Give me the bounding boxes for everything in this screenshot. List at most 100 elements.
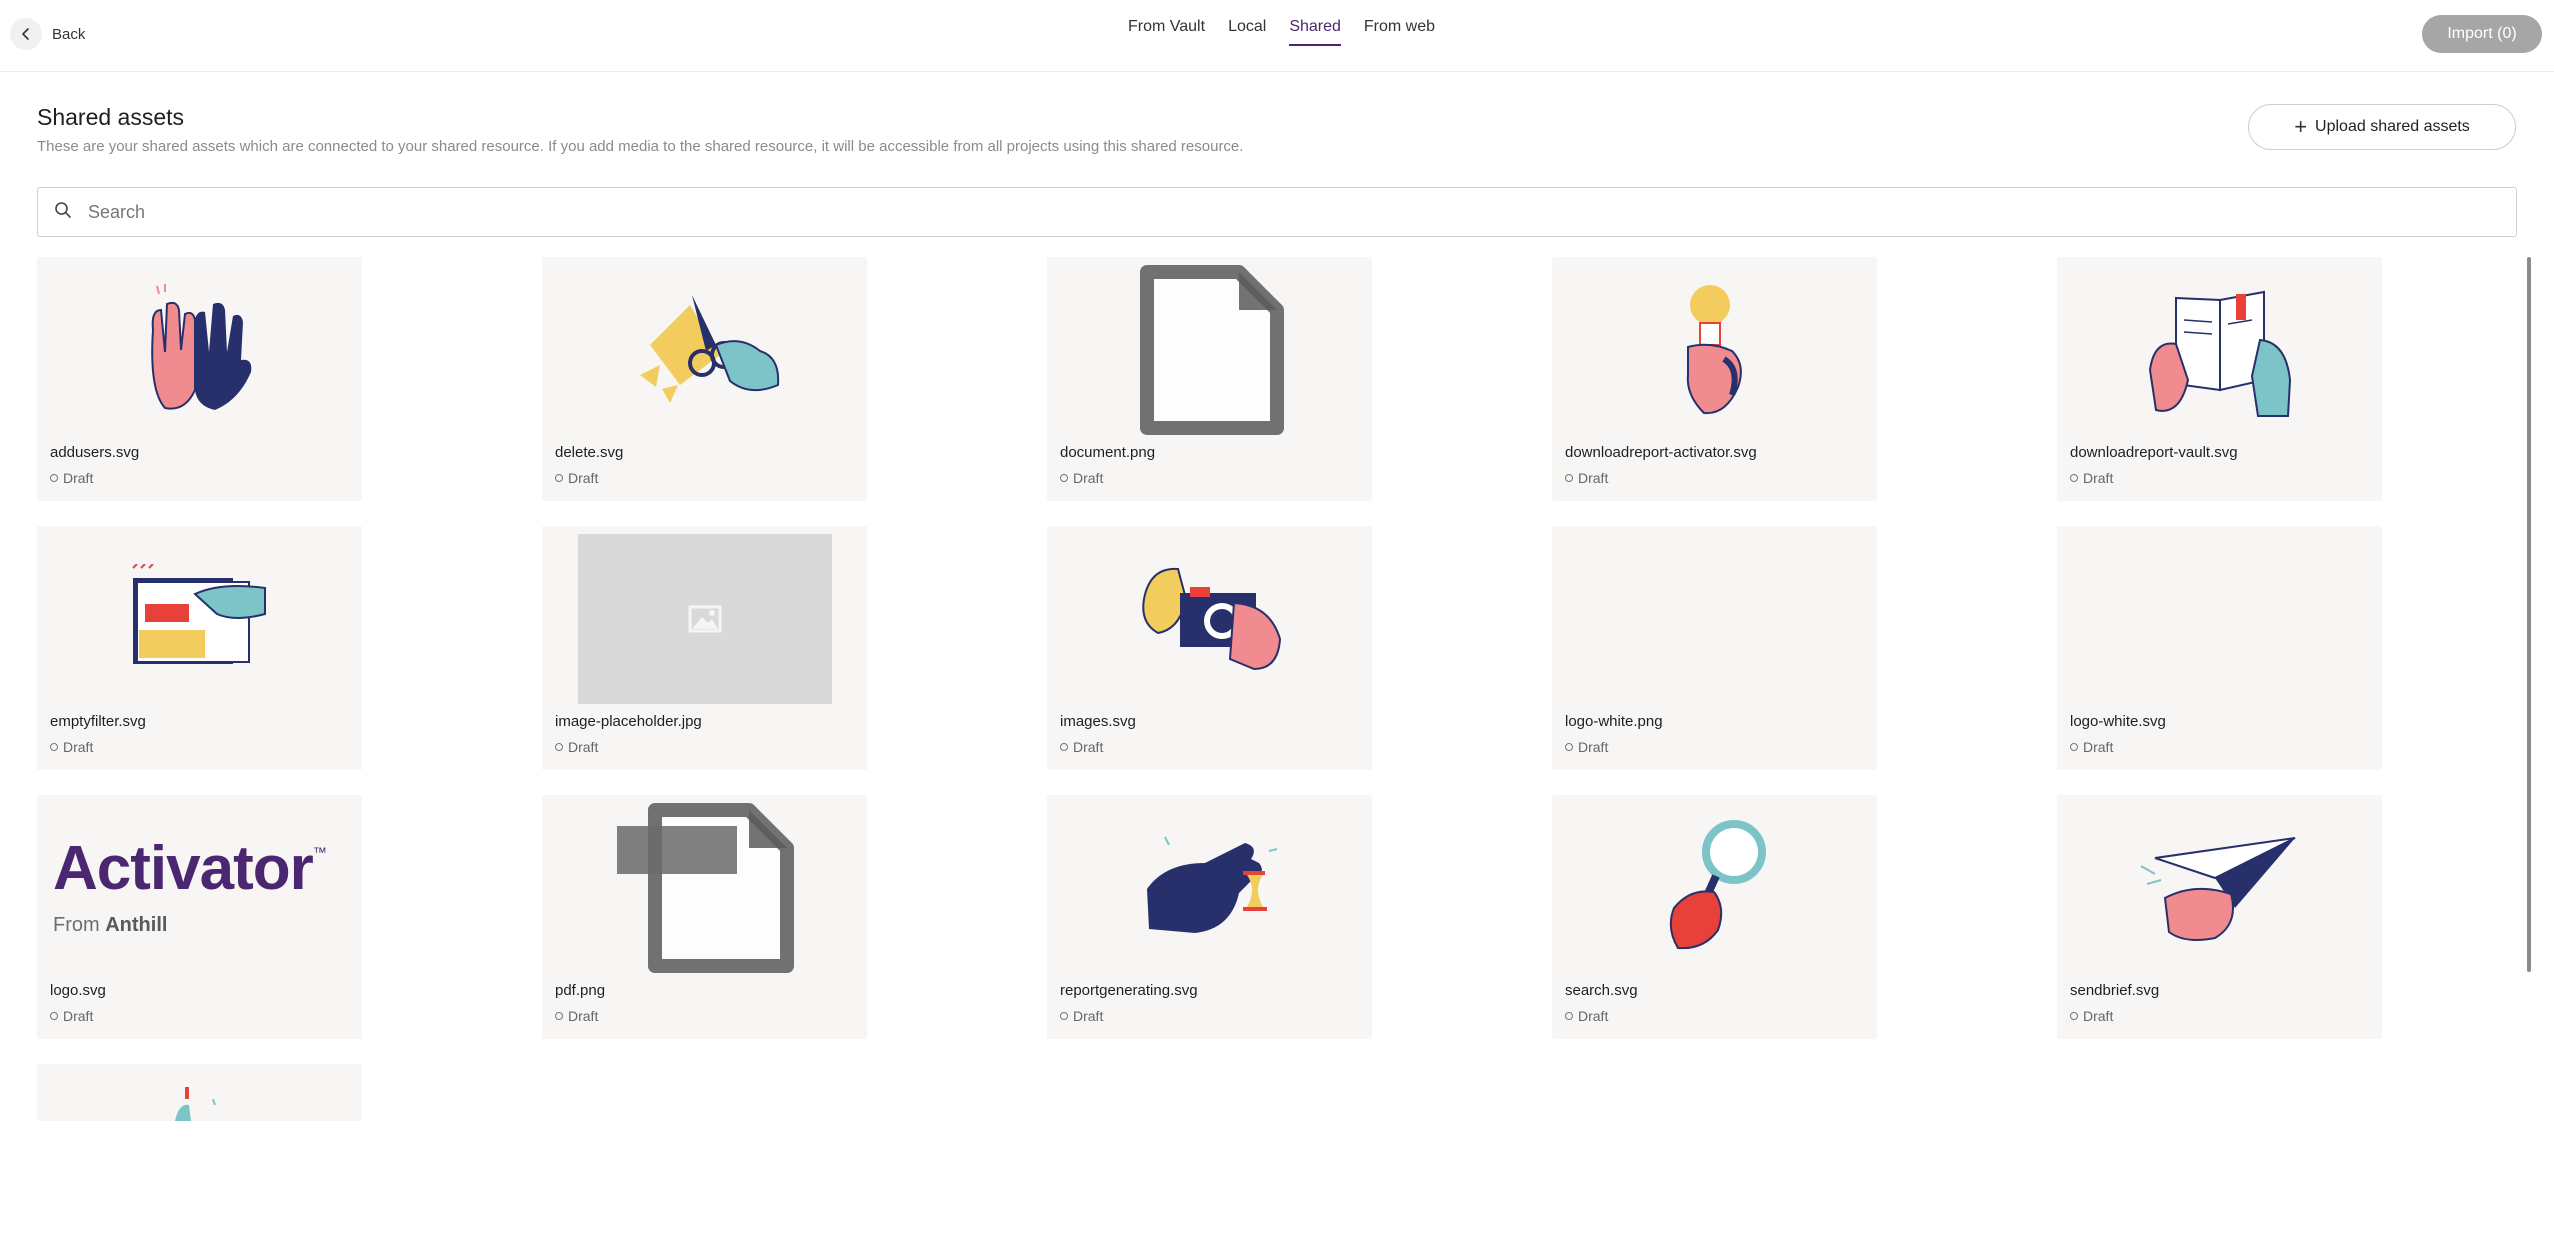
asset-grid: addusers.svg Draft delete.svg Draft docu… — [37, 257, 2517, 1121]
source-tabs: From Vault Local Shared From web — [1128, 18, 1435, 52]
status-dot-icon — [555, 743, 563, 751]
asset-card[interactable]: addusers.svg Draft — [37, 257, 362, 501]
status-dot-icon — [1565, 743, 1573, 751]
import-button[interactable]: Import (0) — [2422, 15, 2542, 53]
status-badge: Draft — [1060, 470, 1103, 486]
asset-card[interactable]: delete.svg Draft — [542, 257, 867, 501]
status-badge: Draft — [1565, 470, 1608, 486]
high-five-hands-icon — [37, 257, 362, 442]
tab-from-vault[interactable]: From Vault — [1128, 18, 1205, 44]
status-dot-icon — [2070, 474, 2078, 482]
status-badge: Draft — [1060, 1008, 1103, 1024]
logo-tm: ™ — [312, 844, 327, 860]
asset-card[interactable]: images.svg Draft — [1047, 526, 1372, 770]
page-title: Shared assets — [37, 104, 185, 130]
tab-local[interactable]: Local — [1228, 18, 1266, 44]
filter-form-icon — [37, 526, 362, 711]
status-badge: Draft — [2070, 470, 2113, 486]
status-dot-icon — [1565, 474, 1573, 482]
hourglass-hand-icon — [1047, 795, 1372, 980]
logo-company: Anthill — [105, 914, 168, 936]
status-badge: Draft — [50, 739, 93, 755]
asset-card[interactable]: logo-white.png Draft — [1552, 526, 1877, 770]
tab-shared[interactable]: Shared — [1289, 18, 1341, 46]
asset-card[interactable]: Activator ™ From Anthill logo.svg Draft — [37, 795, 362, 1039]
search-input[interactable] — [88, 201, 2468, 223]
asset-name: document.png — [1060, 444, 1156, 461]
status-badge: Draft — [555, 470, 598, 486]
status-dot-icon — [2070, 743, 2078, 751]
asset-card[interactable] — [37, 1064, 362, 1121]
asset-name: logo.svg — [50, 982, 106, 999]
back-button[interactable]: Back — [10, 18, 85, 50]
blank-icon — [1552, 526, 1877, 711]
status-dot-icon — [1565, 1012, 1573, 1020]
pdf-file-icon — [542, 795, 867, 980]
status-dot-icon — [555, 1012, 563, 1020]
logo-from: From — [53, 914, 100, 936]
lightbulb-hand-icon — [1552, 257, 1877, 442]
page-description: These are your shared assets which are c… — [37, 138, 1244, 155]
status-dot-icon — [1060, 743, 1068, 751]
asset-name: downloadreport-activator.svg — [1565, 444, 1757, 461]
scrollbar[interactable] — [2527, 257, 2531, 972]
asset-name: pdf.png — [555, 982, 606, 999]
asset-card[interactable]: document.png Draft — [1047, 257, 1372, 501]
asset-name: downloadreport-vault.svg — [2070, 444, 2238, 461]
blank-icon — [2057, 526, 2382, 711]
status-badge: Draft — [50, 1008, 93, 1024]
status-dot-icon — [2070, 1012, 2078, 1020]
asset-name: delete.svg — [555, 444, 624, 461]
back-label: Back — [52, 25, 86, 43]
image-placeholder-icon — [542, 526, 867, 711]
camera-hands-icon — [1047, 526, 1372, 711]
status-badge: Draft — [1060, 739, 1103, 755]
asset-card[interactable]: downloadreport-activator.svg Draft — [1552, 257, 1877, 501]
asset-card[interactable]: logo-white.svg Draft — [2057, 526, 2382, 770]
chevron-left-icon — [10, 18, 42, 50]
document-icon — [1047, 257, 1372, 442]
asset-card[interactable]: reportgenerating.svg Draft — [1047, 795, 1372, 1039]
upload-label: Upload shared assets — [2315, 118, 2470, 135]
search-icon — [54, 201, 72, 224]
asset-name: logo-white.svg — [2070, 713, 2166, 730]
asset-name: emptyfilter.svg — [50, 713, 146, 730]
book-hands-icon — [2057, 257, 2382, 442]
tab-from-web[interactable]: From web — [1364, 18, 1435, 44]
status-badge: Draft — [555, 1008, 598, 1024]
status-dot-icon — [1060, 474, 1068, 482]
plus-icon: + — [2294, 114, 2308, 139]
asset-name: search.svg — [1565, 982, 1638, 999]
asset-name: reportgenerating.svg — [1060, 982, 1198, 999]
asset-card[interactable]: emptyfilter.svg Draft — [37, 526, 362, 770]
status-dot-icon — [50, 474, 58, 482]
asset-card[interactable]: pdf.png Draft — [542, 795, 867, 1039]
asset-card[interactable]: downloadreport-vault.svg Draft — [2057, 257, 2382, 501]
asset-card[interactable]: search.svg Draft — [1552, 795, 1877, 1039]
asset-card[interactable]: image-placeholder.jpg Draft — [542, 526, 867, 770]
asset-card[interactable]: sendbrief.svg Draft — [2057, 795, 2382, 1039]
asset-name: sendbrief.svg — [2070, 982, 2160, 999]
top-bar: Back From Vault Local Shared From web Im… — [0, 0, 2554, 72]
status-dot-icon — [50, 743, 58, 751]
status-badge: Draft — [1565, 739, 1608, 755]
status-dot-icon — [555, 474, 563, 482]
status-dot-icon — [50, 1012, 58, 1020]
asset-name: logo-white.png — [1565, 713, 1663, 730]
status-badge: Draft — [2070, 1008, 2113, 1024]
status-dot-icon — [1060, 1012, 1068, 1020]
magnifier-hand-icon — [1552, 795, 1877, 980]
asset-name: addusers.svg — [50, 444, 140, 461]
status-badge: Draft — [555, 739, 598, 755]
search-bar — [37, 187, 2517, 237]
logo-brand: Activator — [53, 834, 314, 903]
paper-plane-hand-icon — [2057, 795, 2382, 980]
scissors-cut-icon — [542, 257, 867, 442]
asset-name: images.svg — [1060, 713, 1136, 730]
upload-shared-assets-button[interactable]: + Upload shared assets — [2248, 104, 2516, 150]
status-badge: Draft — [1565, 1008, 1608, 1024]
status-badge: Draft — [2070, 739, 2113, 755]
partial-illustration-icon — [37, 1064, 362, 1121]
activator-logo-icon: Activator ™ From Anthill — [37, 795, 362, 980]
status-badge: Draft — [50, 470, 93, 486]
